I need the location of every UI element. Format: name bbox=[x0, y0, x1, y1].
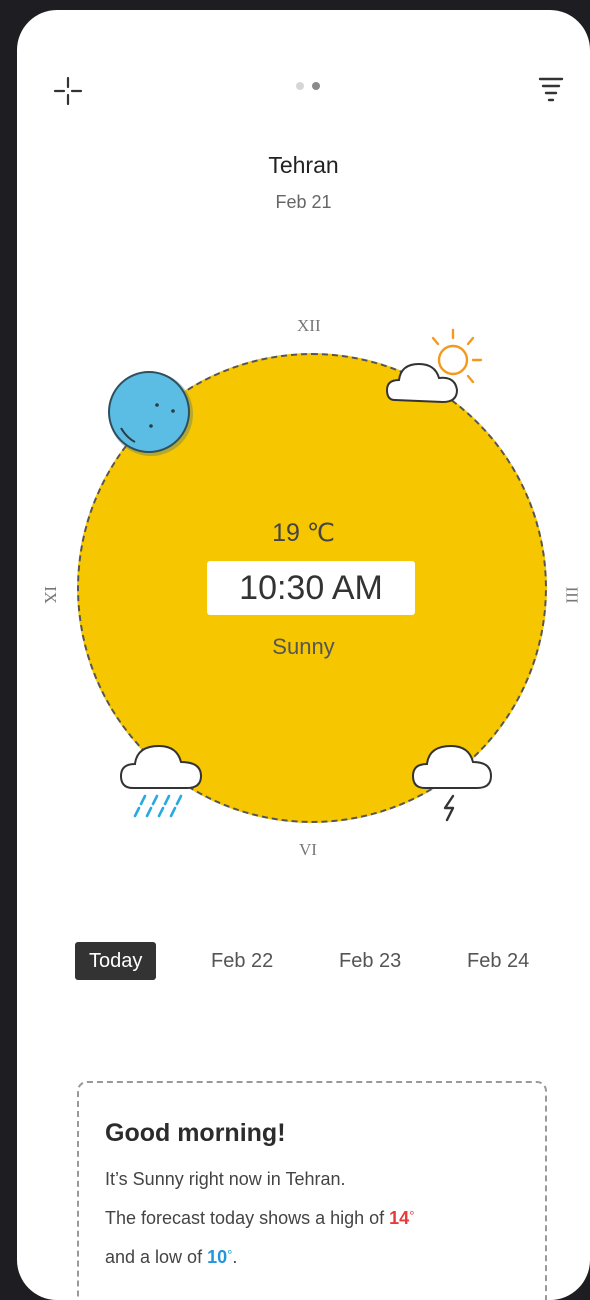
phone-screen: Tehran Feb 21 XII III VI IX 19 ℃ 10:30 A… bbox=[17, 10, 590, 1300]
rain-cloud-icon[interactable] bbox=[115, 732, 209, 822]
moon-icon[interactable] bbox=[107, 370, 195, 458]
current-date: Feb 21 bbox=[275, 192, 332, 212]
clock-mark-xii: XII bbox=[297, 316, 321, 335]
filter-menu-icon[interactable] bbox=[537, 74, 565, 108]
summary-end: . bbox=[232, 1247, 238, 1267]
clock-mark-iii: III bbox=[562, 586, 582, 604]
clock-mark-vi: VI bbox=[299, 840, 317, 859]
low-temperature: 10 bbox=[207, 1247, 228, 1267]
partly-sunny-icon[interactable] bbox=[385, 324, 495, 414]
tab-feb-24[interactable]: Feb 24 bbox=[467, 942, 529, 980]
summary-low-prefix: and a low of bbox=[105, 1247, 208, 1267]
day-tabs: Today Feb 22 Feb 23 Feb 24 bbox=[75, 942, 545, 980]
page-dot-active[interactable] bbox=[312, 82, 320, 90]
weather-summary-card: Good morning! It’s Sunny right now in Te… bbox=[77, 1081, 547, 1300]
tab-feb-23[interactable]: Feb 23 bbox=[339, 942, 401, 980]
high-temperature: 14 bbox=[389, 1208, 410, 1228]
page-dot[interactable] bbox=[296, 82, 304, 90]
clock-mark-ix: IX bbox=[40, 586, 60, 604]
locate-icon[interactable] bbox=[53, 76, 83, 106]
time-display[interactable]: 10:30 AM bbox=[207, 561, 415, 615]
thunder-cloud-icon[interactable] bbox=[407, 732, 497, 832]
temperature-reading: 19 ℃ bbox=[272, 519, 335, 547]
page-indicator[interactable] bbox=[296, 82, 320, 90]
high-degree: ° bbox=[409, 1208, 415, 1223]
tab-feb-22[interactable]: Feb 22 bbox=[211, 942, 273, 980]
city-name: Tehran bbox=[268, 152, 339, 178]
greeting-title: Good morning! bbox=[105, 1119, 286, 1147]
tab-today[interactable]: Today bbox=[75, 942, 157, 980]
summary-line-current: It’s Sunny right now in Tehran. bbox=[105, 1169, 346, 1189]
summary-line-low: and a low of 10°. bbox=[105, 1247, 237, 1268]
weather-condition: Sunny bbox=[272, 634, 335, 659]
summary-line-high: The forecast today shows a high of 14° bbox=[105, 1208, 414, 1229]
summary-high-prefix: The forecast today shows a high of bbox=[105, 1208, 390, 1228]
